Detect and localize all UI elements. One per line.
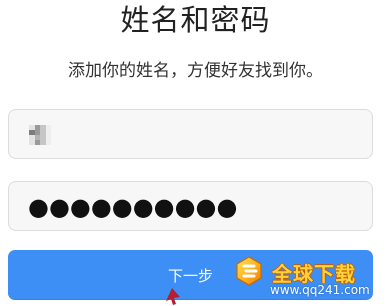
pointer-cursor-icon (166, 288, 180, 305)
redacted-name-value (29, 125, 51, 145)
watermark-url: www.qq241.com (270, 283, 370, 297)
download-site-logo-icon (236, 256, 262, 286)
page-title: 姓名和密码 (120, 3, 271, 37)
name-field[interactable] (8, 109, 373, 159)
page-subtitle: 添加你的姓名，方便好友找到你。 (68, 61, 323, 81)
next-button-label: 下一步 (167, 266, 213, 285)
password-field[interactable]: ●●●●●●●●●● (8, 181, 373, 231)
watermark: 全球下载 www.qq241.com (232, 252, 387, 306)
password-value: ●●●●●●●●●● (28, 193, 238, 221)
